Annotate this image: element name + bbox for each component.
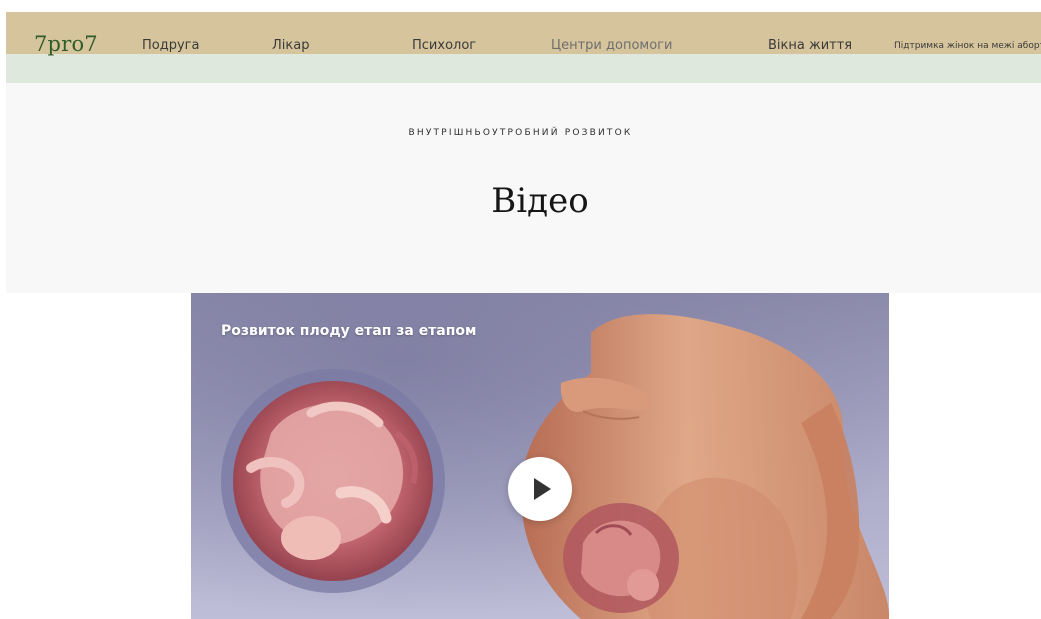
play-button[interactable] xyxy=(508,457,572,521)
nav-link-life-windows[interactable]: Вікна життя xyxy=(768,39,852,52)
site-logo[interactable]: 7pro7 xyxy=(34,34,98,55)
video-title: Розвиток плоду етап за етапом xyxy=(221,323,477,339)
nav-link-friend[interactable]: Подруга xyxy=(142,39,199,52)
video-thumbnail-illustration xyxy=(191,293,889,619)
nav-link-abortion-support[interactable]: Підтримка жінок на межі аборту xyxy=(894,42,1041,51)
section-eyebrow: ВНУТРІШНЬОУТРОБНИЙ РОЗВИТОК xyxy=(408,128,633,138)
page-title: Відео xyxy=(491,181,589,221)
nav-link-help-centers[interactable]: Центри допомоги xyxy=(551,39,672,52)
nav-link-doctor[interactable]: Лікар xyxy=(272,39,309,52)
nav-link-psychologist[interactable]: Психолог xyxy=(412,39,476,52)
nav-sub-strip xyxy=(6,54,1041,83)
play-icon xyxy=(534,478,551,500)
page: 7pro7 Подруга Лікар Психолог Центри допо… xyxy=(0,0,1041,619)
video-player[interactable]: Розвиток плоду етап за етапом xyxy=(191,293,889,619)
